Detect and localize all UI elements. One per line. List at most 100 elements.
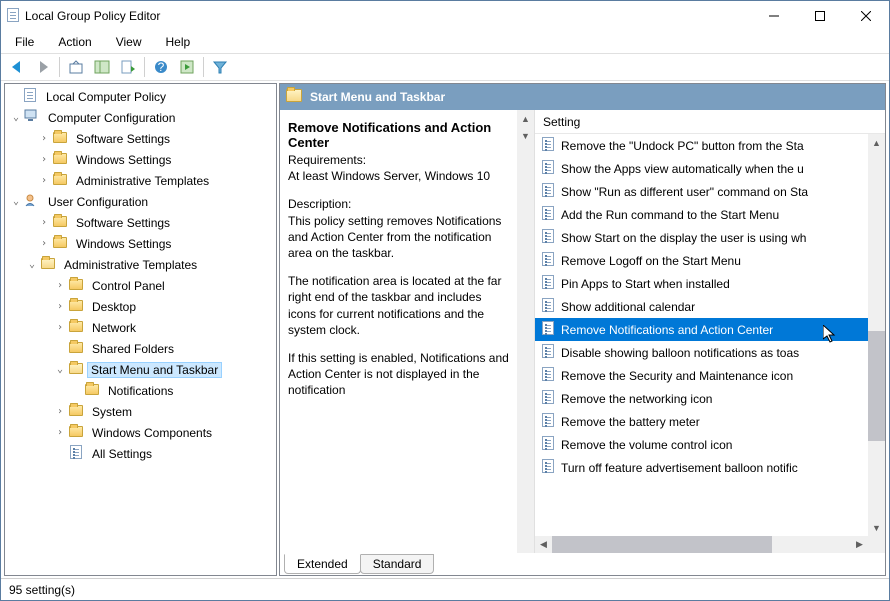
collapse-icon[interactable]: ⌄ [53,364,67,375]
menu-action[interactable]: Action [48,33,101,51]
tree-label: Network [87,319,141,337]
tree-all-settings[interactable]: All Settings [5,443,276,464]
folder-icon [67,426,85,440]
tree-desktop[interactable]: ›Desktop [5,296,276,317]
scrollbar-thumb[interactable] [552,536,772,553]
expand-icon[interactable]: › [53,301,67,312]
list-item[interactable]: Remove Logoff on the Start Menu [535,249,885,272]
list-item-label: Remove the Security and Maintenance icon [561,369,793,383]
up-button[interactable] [64,55,88,79]
list-item[interactable]: Show additional calendar [535,295,885,318]
tree-cc-windows[interactable]: ›Windows Settings [5,149,276,170]
tree-shared-folders[interactable]: Shared Folders [5,338,276,359]
close-button[interactable] [843,1,889,31]
scrollbar-thumb[interactable] [868,331,885,441]
back-button[interactable] [5,55,29,79]
folder-icon [51,237,69,251]
tree-computer-configuration[interactable]: ⌄Computer Configuration [5,107,276,128]
list-item[interactable]: Turn off feature advertisement balloon n… [535,456,885,479]
expand-icon[interactable]: › [37,133,51,144]
list-item-label: Remove Logoff on the Start Menu [561,254,741,268]
setting-icon [539,436,557,453]
expand-icon[interactable]: › [53,406,67,417]
description-scrollbar[interactable]: ▲ ▼ [517,110,534,553]
list-item[interactable]: Remove the volume control icon [535,433,885,456]
tab-extended[interactable]: Extended [284,554,361,574]
expand-icon[interactable]: › [37,154,51,165]
expand-icon[interactable]: › [53,427,67,438]
scroll-up-icon[interactable]: ▲ [517,110,534,127]
list-item[interactable]: Remove the "Undock PC" button from the S… [535,134,885,157]
list-item[interactable]: Disable showing balloon notifications as… [535,341,885,364]
expand-icon[interactable]: › [37,238,51,249]
collapse-icon[interactable]: ⌄ [9,196,23,207]
tree-cc-templates[interactable]: ›Administrative Templates [5,170,276,191]
scroll-right-icon[interactable]: ▶ [851,536,868,553]
setting-icon [539,183,557,200]
vertical-scrollbar[interactable]: ▲ ▼ [868,134,885,536]
scroll-down-icon[interactable]: ▼ [517,127,534,144]
list-column-header[interactable]: Setting [535,110,885,134]
description-pane: Remove Notifications and Action Center R… [280,110,535,553]
list-item[interactable]: Remove the Security and Maintenance icon [535,364,885,387]
tree-label: Software Settings [71,130,175,148]
list-item[interactable]: Remove the battery meter [535,410,885,433]
list-item[interactable]: Show the Apps view automatically when th… [535,157,885,180]
menu-view[interactable]: View [106,33,152,51]
list-item-label: Show additional calendar [561,300,695,314]
export-button[interactable] [116,55,140,79]
list-body[interactable]: Remove the "Undock PC" button from the S… [535,134,885,553]
scroll-down-icon[interactable]: ▼ [868,519,885,536]
scroll-up-icon[interactable]: ▲ [868,134,885,151]
tree-uc-windows[interactable]: ›Windows Settings [5,233,276,254]
tree-uc-software[interactable]: ›Software Settings [5,212,276,233]
app-icon [7,8,19,25]
folder-icon [67,321,85,335]
horizontal-scrollbar[interactable]: ◀ ▶ [535,536,868,553]
maximize-button[interactable] [797,1,843,31]
folder-icon [67,405,85,419]
help-button[interactable]: ? [149,55,173,79]
minimize-button[interactable] [751,1,797,31]
tree-pane[interactable]: Local Computer Policy ⌄Computer Configur… [4,83,277,576]
properties-button[interactable] [175,55,199,79]
tree-uc-templates[interactable]: ⌄Administrative Templates [5,254,276,275]
tree-cc-software[interactable]: › Software Settings [5,128,276,149]
tree-label: Notifications [103,382,178,400]
tree-system[interactable]: ›System [5,401,276,422]
tree-user-configuration[interactable]: ⌄User Configuration [5,191,276,212]
tree-start-menu-taskbar[interactable]: ⌄ Start Menu and Taskbar [5,359,276,380]
expand-icon[interactable]: › [37,217,51,228]
expand-icon[interactable]: › [37,175,51,186]
expand-icon[interactable]: › [53,322,67,333]
list-item-label: Show Start on the display the user is us… [561,231,806,245]
tree-root[interactable]: Local Computer Policy [5,86,276,107]
tree-notifications[interactable]: Notifications [5,380,276,401]
tree-windows-components[interactable]: ›Windows Components [5,422,276,443]
menu-file[interactable]: File [5,33,44,51]
tree-network[interactable]: › Network [5,317,276,338]
tab-standard[interactable]: Standard [360,554,435,574]
collapse-icon[interactable]: ⌄ [9,112,23,123]
tree-label: Shared Folders [87,340,179,358]
list-item[interactable]: Remove Notifications and Action Center [535,318,885,341]
list-item[interactable]: Remove the networking icon [535,387,885,410]
show-hide-tree-button[interactable] [90,55,114,79]
forward-button[interactable] [31,55,55,79]
list-item[interactable]: Add the Run command to the Start Menu [535,203,885,226]
list-item[interactable]: Pin Apps to Start when installed [535,272,885,295]
toolbar-separator [59,57,60,77]
filter-button[interactable] [208,55,232,79]
list-item[interactable]: Show "Run as different user" command on … [535,180,885,203]
settings-list-pane: Setting Remove the "Undock PC" button fr… [535,110,885,553]
setting-icon [539,298,557,315]
collapse-icon[interactable]: ⌄ [25,259,39,270]
tree-label: Start Menu and Taskbar [87,362,222,378]
list-item-label: Pin Apps to Start when installed [561,277,730,291]
window-title: Local Group Policy Editor [25,9,751,23]
scroll-left-icon[interactable]: ◀ [535,536,552,553]
list-item[interactable]: Show Start on the display the user is us… [535,226,885,249]
tree-control-panel[interactable]: ›Control Panel [5,275,276,296]
menu-help[interactable]: Help [156,33,201,51]
expand-icon[interactable]: › [53,280,67,291]
